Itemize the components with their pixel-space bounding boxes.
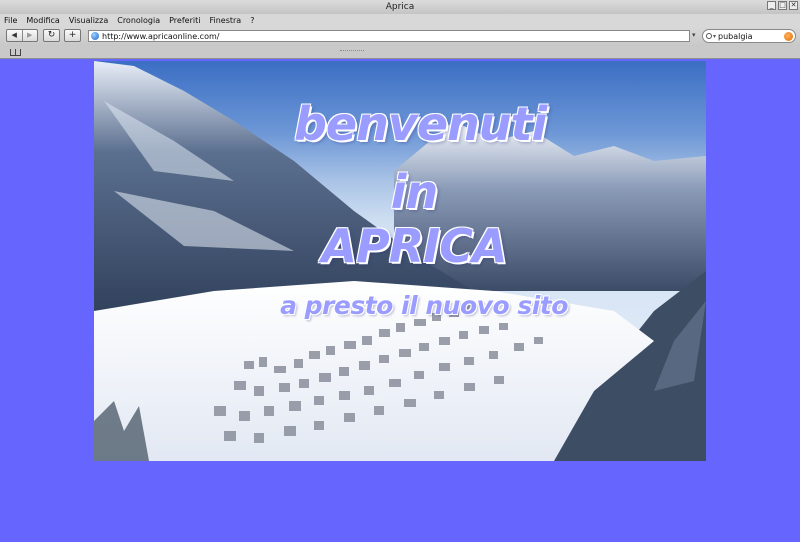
menu-visualizza[interactable]: Visualizza — [69, 16, 108, 25]
search-input[interactable]: pubalgia — [718, 32, 753, 41]
page-content: benvenuti in APRICA a presto il nuovo si… — [0, 60, 800, 542]
window-controls: _ □ ✕ — [767, 1, 798, 10]
maximize-button[interactable]: □ — [778, 1, 787, 10]
add-bookmark-button[interactable]: + — [64, 29, 81, 42]
menu-cronologia[interactable]: Cronologia — [117, 16, 160, 25]
menu-modifica[interactable]: Modifica — [26, 16, 59, 25]
browser-toolbar: ◀ ▶ ↻ + http://www.apricaonline.com/ ▾ ▾… — [0, 27, 800, 46]
search-field[interactable]: ▾ pubalgia — [702, 29, 796, 43]
menu-finestra[interactable]: Finestra — [209, 16, 241, 25]
window-title: Aprica — [385, 2, 415, 12]
bookmarks-bar — [0, 46, 800, 59]
address-bar[interactable]: http://www.apricaonline.com/ — [88, 30, 690, 42]
headline-line-2: in APRICA — [321, 165, 507, 273]
window-titlebar: Aprica _ □ ✕ — [0, 0, 800, 14]
toolbar-resize-grip[interactable] — [340, 50, 364, 52]
minimize-button[interactable]: _ — [767, 1, 776, 10]
globe-icon — [91, 32, 99, 40]
clear-search-icon[interactable] — [784, 32, 793, 41]
menu-file[interactable]: File — [4, 16, 17, 25]
back-forward-group: ◀ ▶ — [6, 29, 38, 42]
menu-help[interactable]: ? — [250, 16, 254, 25]
chevron-down-icon[interactable]: ▾ — [713, 33, 716, 40]
address-text[interactable]: http://www.apricaonline.com/ — [102, 32, 219, 41]
menu-preferiti[interactable]: Preferiti — [169, 16, 200, 25]
headline-line-1: benvenuti — [294, 97, 547, 151]
close-button[interactable]: ✕ — [789, 1, 798, 10]
search-icon[interactable] — [706, 33, 712, 39]
subline-coming-soon: a presto il nuovo sito — [280, 291, 568, 320]
reload-button[interactable]: ↻ — [43, 29, 60, 42]
back-button[interactable]: ◀ — [7, 30, 22, 41]
forward-button[interactable]: ▶ — [21, 30, 38, 41]
menu-bar: File Modifica Visualizza Cronologia Pref… — [0, 14, 800, 27]
aprica-panorama-image: benvenuti in APRICA a presto il nuovo si… — [94, 61, 706, 461]
address-dropdown-icon[interactable]: ▾ — [692, 31, 696, 39]
book-icon[interactable] — [10, 49, 21, 56]
